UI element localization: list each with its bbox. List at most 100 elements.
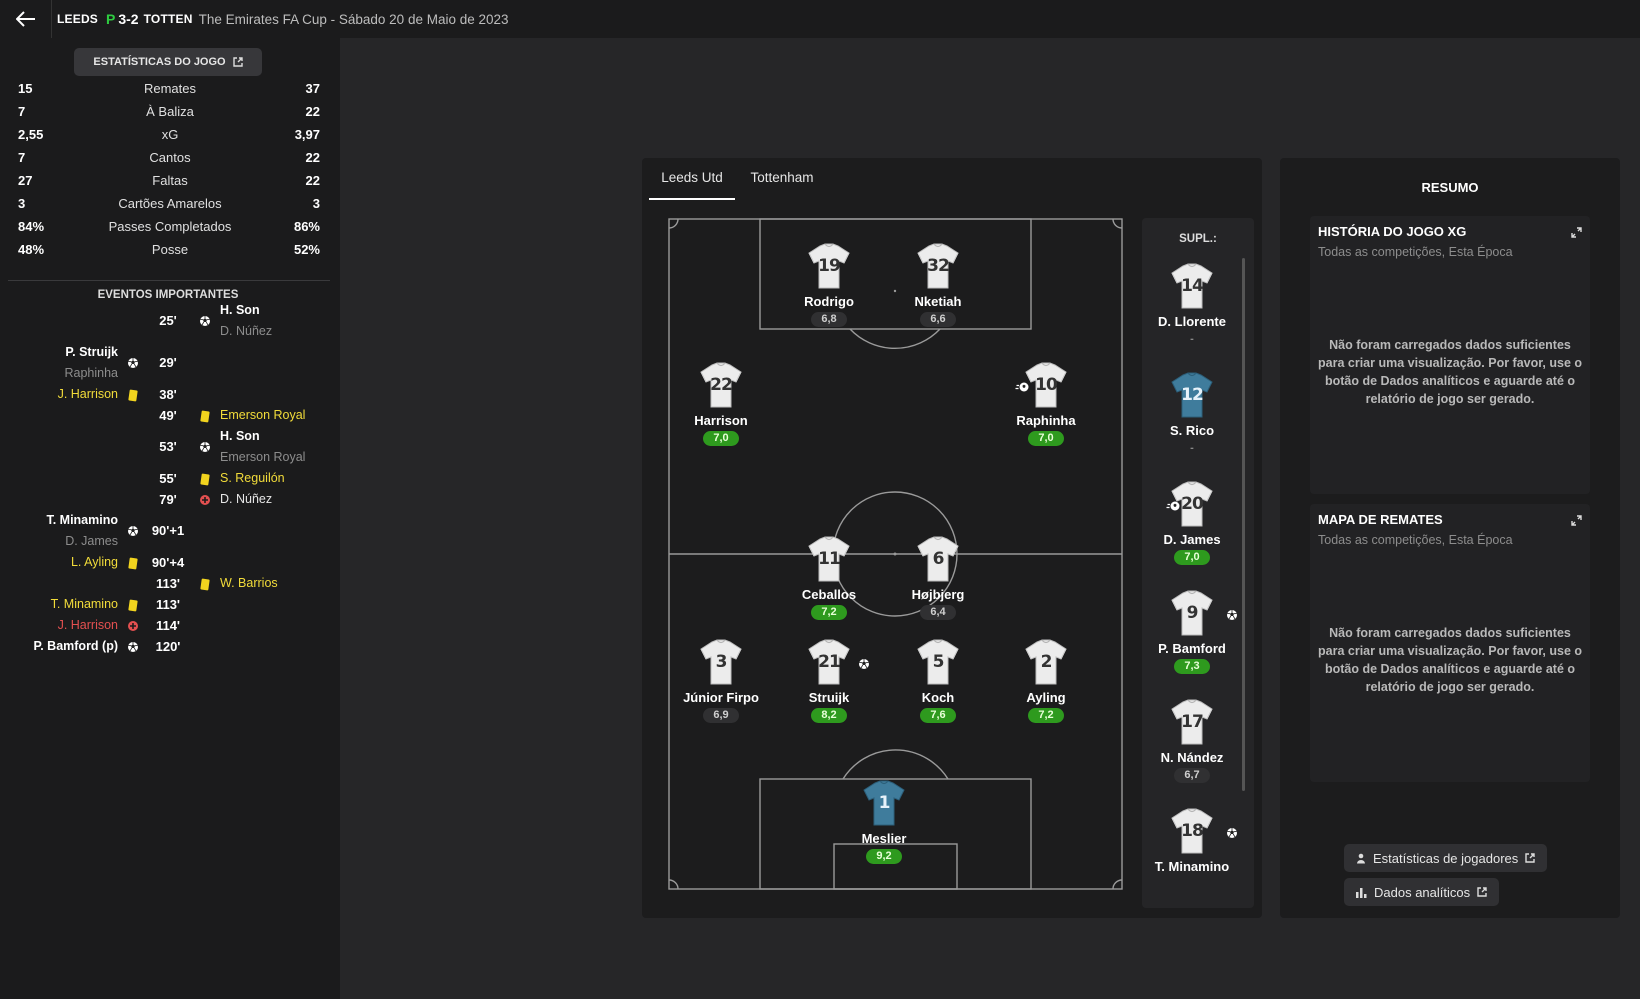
player-marker[interactable]: 6 Højbjerg 6,4 [883,535,993,620]
player-marker[interactable]: 1 Meslier 9,2 [829,779,939,864]
stat-home-value: 48% [18,242,45,257]
player-marker[interactable]: 9 P. Bamford 7,3 [1142,589,1242,674]
stat-row: 7 À Baliza 22 [0,104,340,124]
back-button[interactable] [0,0,52,38]
event-minute: 29' [159,355,177,370]
player-name: Meslier [861,831,907,846]
match-stats-label: ESTATÍSTICAS DO JOGO [93,56,226,68]
player-marker[interactable]: 11 Ceballos 7,2 [774,535,884,620]
tab-leeds-utd[interactable]: Leeds Utd [649,158,735,200]
player-marker[interactable]: 17 N. Nández 6,7 [1142,698,1242,783]
player-marker[interactable]: 10 Raphinha 7,0 [991,361,1101,446]
shirt-number: 1 [878,793,891,813]
shirt-icon: 14 [1167,262,1217,312]
player-marker[interactable]: 14 D. Llorente - [1142,262,1242,347]
injury-icon [127,620,139,632]
yellow-card-icon [200,577,210,591]
player-marker[interactable]: 22 Harrison 7,0 [666,361,776,446]
event-away-player: D. Núñez [220,492,273,506]
stat-label: Cartões Amarelos [118,196,222,211]
shirt-icon: 32 [913,242,963,292]
stat-label: Remates [143,81,197,96]
event-home-assist: Raphinha [64,366,118,380]
divider [8,280,330,281]
event-home-icon-wrap [127,619,139,633]
shirt-number: 9 [1186,603,1199,623]
expand-icon[interactable] [1571,513,1582,531]
stat-away-value: 22 [305,104,320,119]
stat-row: 48% Posse 52% [0,242,340,262]
player-marker[interactable]: 21 Struijk 8,2 [774,638,884,723]
bar-chart-icon [1356,887,1367,898]
shirt-icon: 11 [804,535,854,585]
player-name: Harrison [694,413,748,428]
player-marker[interactable]: 19 Rodrigo 6,8 [774,242,884,327]
stat-home-value: 3 [18,196,26,211]
goal-icon [1226,609,1238,621]
event-away-icon-wrap [199,472,211,486]
player-marker[interactable]: 12 S. Rico - [1142,371,1242,456]
player-marker[interactable]: 3 Júnior Firpo 6,9 [666,638,776,723]
player-name: Raphinha [1016,413,1076,428]
tab-tottenham[interactable]: Tottenham [738,158,826,200]
player-name: Ayling [1026,690,1066,705]
player-marker[interactable]: 18 T. Minamino [1142,807,1242,874]
stat-label: xG [161,127,179,142]
player-rating: 7,0 [703,431,739,446]
player-name: Struijk [808,690,850,705]
substitutes-title: SUPL.: [1179,233,1217,245]
event-row: 29' P. Struijk Raphinha [0,345,340,387]
expand-icon[interactable] [1571,225,1582,243]
event-home-icon-wrap [127,356,139,370]
substitutes-column: SUPL.: 14 D. Llorente -12 S. Rico -20 D. Jame… [1142,218,1254,908]
event-home-player: T. Minamino [50,597,118,611]
match-stats-button[interactable]: ESTATÍSTICAS DO JOGO [74,48,262,76]
player-stats-button[interactable]: Estatísticas de jogadores [1344,844,1548,872]
event-minute: 120' [155,639,181,654]
goal-icon [127,525,139,537]
stat-row: 15 Remates 37 [0,81,340,101]
player-marker[interactable]: 20 D. James 7,0 [1142,480,1242,565]
stat-away-value: 22 [305,173,320,188]
event-home-icon-wrap [127,556,139,570]
external-link-icon [1477,887,1487,897]
event-row: 120' P. Bamford (p) [0,639,340,660]
goal-icon-wrap [1226,608,1238,626]
shot-map-title: MAPA DE REMATES [1318,512,1443,527]
player-name: Rodrigo [804,294,854,309]
event-away-player: W. Barrios [220,576,278,590]
stat-label: Posse [151,242,189,257]
stat-label: Cantos [149,150,191,165]
player-marker[interactable]: 5 Koch 7,6 [883,638,993,723]
player-rating: 7,3 [1174,659,1210,674]
event-row: 55' S. Reguilón [0,471,340,492]
shirt-number: 17 [1181,712,1204,732]
player-name: D. Llorente [1158,314,1226,329]
event-row: 113' W. Barrios [0,576,340,597]
stat-home-value: 7 [18,150,26,165]
stat-row: 27 Faltas 22 [0,173,340,193]
player-marker[interactable]: 32 Nketiah 6,6 [883,242,993,327]
event-away-player: H. Son [220,303,260,317]
player-name: T. Minamino [1154,859,1230,874]
goalkeeper-shirt-icon: 12 [1167,371,1217,421]
analytics-button[interactable]: Dados analíticos [1344,878,1500,906]
summary-panel: RESUMO HISTÓRIA DO JOGO XG Todas as comp… [1280,158,1620,918]
stat-home-value: 2,55 [18,127,44,142]
goal-icon [1226,827,1238,839]
event-home-player: J. Harrison [57,618,118,632]
event-away-icon-wrap [199,577,211,591]
player-name: N. Nández [1160,750,1224,765]
player-stats-label: Estatísticas de jogadores [1373,850,1519,866]
substitutes-scrollbar[interactable] [1242,258,1245,791]
event-away-icon-wrap [199,440,211,454]
shirt-icon: 17 [1167,698,1217,748]
event-away-icon-wrap [199,314,211,328]
event-away-assist: Emerson Royal [220,450,306,464]
shirt-icon: 9 [1167,589,1217,639]
assist-icon-wrap [1015,380,1029,398]
player-marker[interactable]: 2 Ayling 7,2 [991,638,1101,723]
event-row: 79' D. Núñez [0,492,340,513]
event-home-player: P. Struijk [65,345,118,359]
assist-icon-wrap [1166,499,1180,517]
